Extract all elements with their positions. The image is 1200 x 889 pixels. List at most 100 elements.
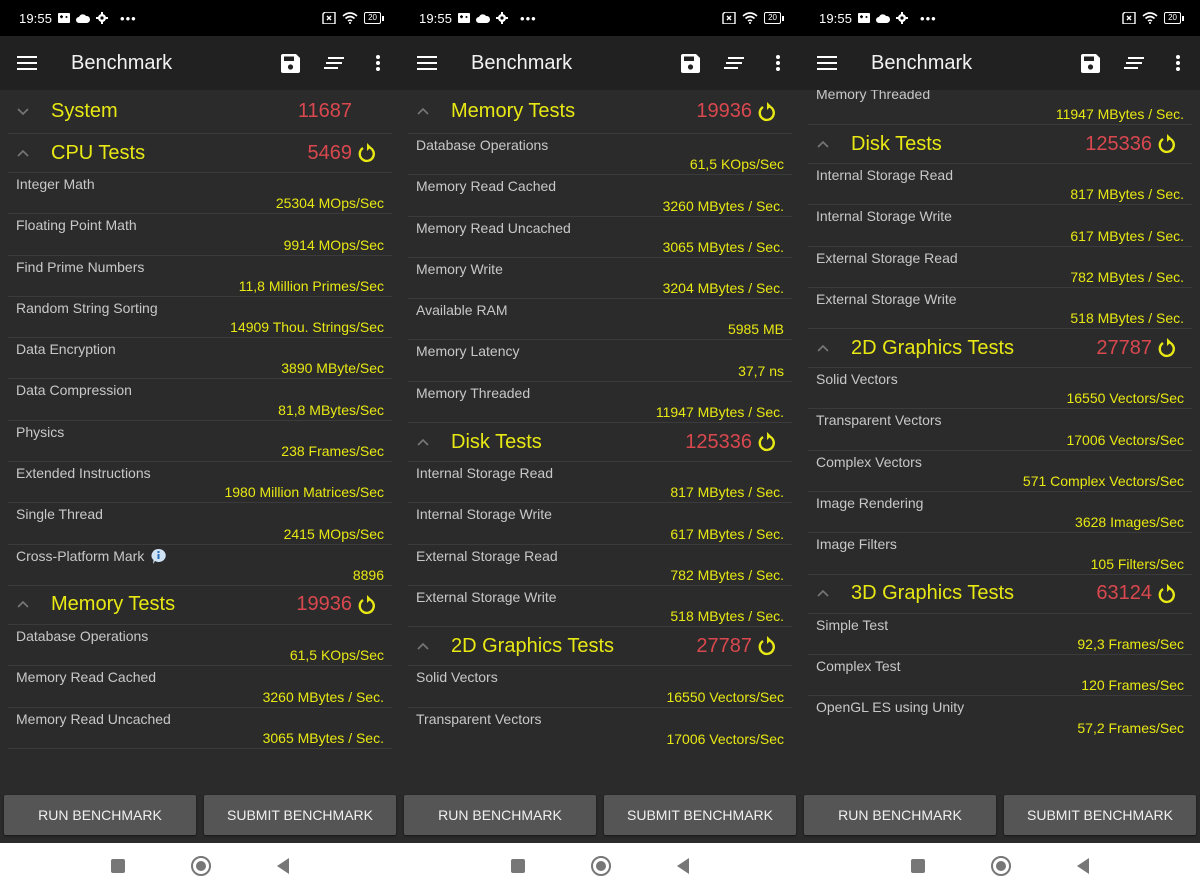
save-button[interactable] xyxy=(268,41,312,85)
result-item[interactable]: Internal Storage Write 617 MBytes / Sec. xyxy=(408,503,792,545)
rerun-button[interactable] xyxy=(758,636,788,656)
item-value: 3065 MBytes / Sec. xyxy=(262,729,384,746)
result-item[interactable]: Image Rendering 3628 Images/Sec xyxy=(808,492,1192,534)
home-circle-icon[interactable] xyxy=(191,856,211,876)
result-item[interactable]: Memory Write 3204 MBytes / Sec. xyxy=(408,258,792,300)
group-disk[interactable]: Disk Tests 125336 xyxy=(408,423,792,463)
item-value: 81,8 MBytes/Sec xyxy=(278,401,384,418)
action-bar: RUN BENCHMARK SUBMIT BENCHMARK xyxy=(0,791,400,843)
group-2d-graphics[interactable]: 2D Graphics Tests 27787 xyxy=(808,329,1192,369)
result-item[interactable]: Physics 238 Frames/Sec xyxy=(8,421,392,463)
rerun-button[interactable] xyxy=(758,101,788,122)
result-item[interactable]: Database Operations 61,5 KOps/Sec xyxy=(408,134,792,176)
result-item[interactable]: Memory Read Uncached 3065 MBytes / Sec. xyxy=(8,708,392,749)
result-item[interactable]: External Storage Read 782 MBytes / Sec. xyxy=(808,247,1192,288)
result-item[interactable]: Solid Vectors 16550 Vectors/Sec xyxy=(408,666,792,708)
result-item[interactable]: Simple Test 92,3 Frames/Sec xyxy=(808,614,1192,655)
result-item[interactable]: Transparent Vectors 17006 Vectors/Sec xyxy=(408,708,792,749)
result-item[interactable]: Complex Test 120 Frames/Sec xyxy=(808,655,1192,697)
status-bar: 19:55 ••• 20 xyxy=(800,0,1200,36)
rerun-button[interactable] xyxy=(1158,338,1188,358)
result-item[interactable]: Internal Storage Read 817 MBytes / Sec. xyxy=(408,462,792,504)
group-disk[interactable]: Disk Tests 125336 xyxy=(808,125,1192,164)
result-item[interactable]: Integer Math 25304 MOps/Sec xyxy=(8,173,392,215)
rerun-button[interactable] xyxy=(358,594,388,615)
result-item[interactable]: External Storage Write 518 MBytes / Sec. xyxy=(408,586,792,628)
run-benchmark-button[interactable]: RUN BENCHMARK xyxy=(4,795,196,835)
result-item[interactable]: Memory Read Cached 3260 MBytes / Sec. xyxy=(8,666,392,708)
result-item[interactable]: Available RAM 5985 MB xyxy=(408,299,792,341)
rerun-button[interactable] xyxy=(758,432,788,452)
result-item[interactable]: Database Operations 61,5 KOps/Sec xyxy=(8,625,392,667)
item-name: External Storage Read xyxy=(416,547,558,564)
result-item[interactable]: External Storage Write 518 MBytes / Sec. xyxy=(808,288,1192,330)
result-item[interactable]: External Storage Read 782 MBytes / Sec. xyxy=(408,545,792,586)
group-cpu[interactable]: CPU Tests 5469 xyxy=(8,134,392,173)
item-name: Cross-Platform Mark xyxy=(16,548,145,565)
result-item[interactable]: Image Filters 105 Filters/Sec xyxy=(808,533,1192,575)
group-name: Disk Tests xyxy=(451,430,542,453)
results-list[interactable]: System 11687 CPU Tests 5469 Integer Math… xyxy=(0,90,400,791)
item-value: 37,7 ns xyxy=(738,362,784,379)
result-item[interactable]: Memory Read Uncached 3065 MBytes / Sec. xyxy=(408,217,792,258)
back-triangle-icon[interactable] xyxy=(677,858,689,874)
rerun-button[interactable] xyxy=(1158,134,1188,154)
group-system[interactable]: System 11687 xyxy=(8,90,392,134)
result-item[interactable]: Memory Read Cached 3260 MBytes / Sec. xyxy=(408,175,792,217)
home-circle-icon[interactable] xyxy=(991,856,1011,876)
submit-benchmark-button[interactable]: SUBMIT BENCHMARK xyxy=(604,795,796,835)
save-button[interactable] xyxy=(1068,41,1112,85)
submit-benchmark-button[interactable]: SUBMIT BENCHMARK xyxy=(204,795,396,835)
sort-button[interactable] xyxy=(712,41,756,85)
result-item[interactable]: Random String Sorting 14909 Thou. Strings… xyxy=(8,297,392,339)
item-name: Memory Write xyxy=(416,260,503,277)
sort-button[interactable] xyxy=(312,41,356,85)
item-value: 105 Filters/Sec xyxy=(1090,555,1184,572)
result-item[interactable]: Floating Point Math 9914 MOps/Sec xyxy=(8,214,392,256)
group-memory[interactable]: Memory Tests 19936 xyxy=(408,90,792,134)
rerun-button[interactable] xyxy=(358,143,388,163)
back-triangle-icon[interactable] xyxy=(277,858,289,874)
results-list[interactable]: Memory Threaded 11947 MBytes / Sec. Disk… xyxy=(800,90,1200,791)
refresh-icon xyxy=(758,101,775,121)
recents-square-icon[interactable] xyxy=(511,859,525,873)
results-list[interactable]: Memory Tests 19936 Database Operations 61… xyxy=(400,90,800,791)
more-options-button[interactable] xyxy=(756,41,800,85)
back-triangle-icon[interactable] xyxy=(1077,858,1089,874)
item-value: 238 Frames/Sec xyxy=(281,443,384,460)
group-memory[interactable]: Memory Tests 19936 xyxy=(8,586,392,625)
result-item[interactable]: OpenGL ES using Unity 57,2 Frames/Sec xyxy=(808,696,1192,737)
rerun-button[interactable] xyxy=(1158,583,1188,604)
result-item[interactable]: Find Prime Numbers 11,8 Million Primes/Se… xyxy=(8,256,392,297)
hamburger-menu-icon[interactable] xyxy=(417,55,437,71)
result-item[interactable]: Memory Threaded 11947 MBytes / Sec. xyxy=(408,382,792,424)
result-item[interactable]: Memory Threaded 11947 MBytes / Sec. xyxy=(808,90,1192,125)
item-name: Database Operations xyxy=(16,627,149,644)
info-bubble-icon[interactable] xyxy=(150,548,167,565)
result-item[interactable]: Cross-Platform Mark 8896 xyxy=(8,545,392,586)
save-button[interactable] xyxy=(668,41,712,85)
result-item[interactable]: Data Encryption 3890 MByte/Sec xyxy=(8,338,392,380)
more-options-button[interactable] xyxy=(356,41,400,85)
result-item[interactable]: Data Compression 81,8 MBytes/Sec xyxy=(8,379,392,421)
group-3d-graphics[interactable]: 3D Graphics Tests 63124 xyxy=(808,575,1192,614)
result-item[interactable]: Internal Storage Read 817 MBytes / Sec. xyxy=(808,164,1192,206)
result-item[interactable]: Complex Vectors 571 Complex Vectors/Sec xyxy=(808,451,1192,493)
submit-benchmark-button[interactable]: SUBMIT BENCHMARK xyxy=(1004,795,1196,835)
more-options-button[interactable] xyxy=(1156,41,1200,85)
result-item[interactable]: Extended Instructions 1980 Million Matric… xyxy=(8,462,392,504)
result-item[interactable]: Transparent Vectors 17006 Vectors/Sec xyxy=(808,409,1192,451)
group-2d-graphics[interactable]: 2D Graphics Tests 27787 xyxy=(408,627,792,667)
recents-square-icon[interactable] xyxy=(911,859,925,873)
run-benchmark-button[interactable]: RUN BENCHMARK xyxy=(404,795,596,835)
hamburger-menu-icon[interactable] xyxy=(817,55,837,71)
run-benchmark-button[interactable]: RUN BENCHMARK xyxy=(804,795,996,835)
sort-button[interactable] xyxy=(1112,41,1156,85)
result-item[interactable]: Solid Vectors 16550 Vectors/Sec xyxy=(808,368,1192,410)
home-circle-icon[interactable] xyxy=(591,856,611,876)
recents-square-icon[interactable] xyxy=(111,859,125,873)
hamburger-menu-icon[interactable] xyxy=(17,55,37,71)
result-item[interactable]: Single Thread 2415 MOps/Sec xyxy=(8,503,392,545)
result-item[interactable]: Memory Latency 37,7 ns xyxy=(408,340,792,382)
result-item[interactable]: Internal Storage Write 617 MBytes / Sec. xyxy=(808,205,1192,247)
